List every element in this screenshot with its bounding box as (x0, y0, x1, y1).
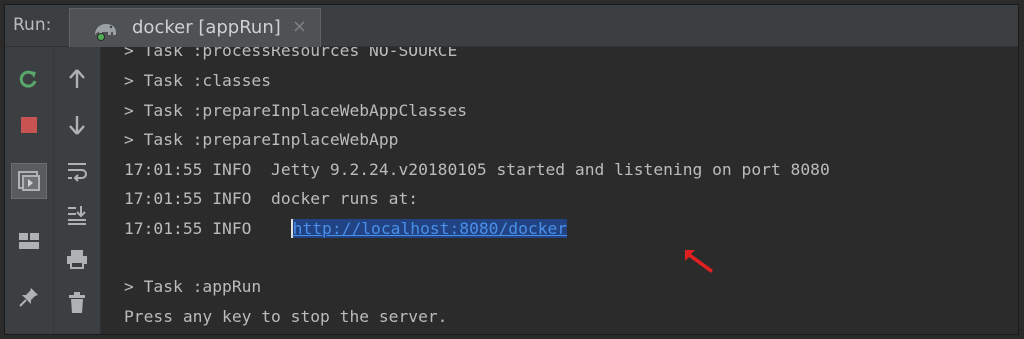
console-output[interactable]: > Task :processResources NO-SOURCE > Tas… (102, 47, 1018, 334)
toolbar-divider (53, 47, 54, 334)
console-line: > Task :prepareInplaceWebApp (124, 130, 399, 149)
console-line: > Task :prepareInplaceWebAppClasses (124, 101, 468, 120)
soft-wrap-button[interactable] (61, 155, 93, 187)
clear-all-button[interactable] (61, 287, 93, 319)
up-stack-trace-button[interactable] (61, 63, 93, 95)
console-line: > Task :classes (124, 71, 272, 90)
console-line: > Task :processResources NO-SOURCE (124, 47, 458, 60)
console-line: 17:01:55 INFO docker runs at: (124, 189, 419, 208)
layout-button[interactable] (13, 225, 45, 257)
pin-tab-button[interactable] (13, 281, 45, 313)
tab-docker-apprun[interactable]: docker [appRun] × (69, 8, 321, 47)
run-toolbar (5, 47, 101, 334)
pin-icon (19, 288, 38, 307)
up-arrow-icon (69, 69, 85, 88)
down-arrow-icon (69, 116, 85, 135)
print-button[interactable] (61, 243, 93, 275)
restore-layout-button[interactable] (11, 163, 47, 199)
print-icon (67, 250, 87, 269)
console-line-prefix: 17:01:55 INFO (124, 219, 291, 238)
restore-layout-icon (18, 171, 40, 191)
run-tab-bar: Run: docker [appRun] × (5, 5, 1018, 47)
layout-icon (19, 233, 39, 249)
tab-title: docker [appRun] (132, 17, 281, 38)
annotation-arrow-icon (685, 250, 713, 273)
scroll-to-end-icon (68, 206, 86, 225)
rerun-icon (19, 70, 37, 88)
trash-icon (69, 292, 85, 313)
console-line: Press any key to stop the server. (124, 307, 448, 326)
soft-wrap-icon (68, 163, 87, 182)
stop-icon (21, 117, 37, 133)
console-line: > Task :appRun (124, 277, 262, 296)
run-label: Run: (13, 15, 52, 35)
server-url-link[interactable]: http://localhost:8080/docker (290, 219, 568, 238)
down-stack-trace-button[interactable] (61, 109, 93, 141)
console-line: 17:01:55 INFO Jetty 9.2.24.v20180105 sta… (124, 160, 830, 179)
console-line-url: 17:01:55 INFO http://localhost:8080/dock… (124, 218, 568, 240)
close-icon[interactable]: × (292, 16, 307, 37)
stop-button[interactable] (13, 109, 45, 141)
run-tool-window: Run: docker [appRun] × > Task:processRe… (4, 4, 1019, 335)
scroll-to-end-button[interactable] (61, 199, 93, 231)
gradle-elephant-icon (92, 18, 120, 42)
rerun-button[interactable] (13, 63, 45, 95)
